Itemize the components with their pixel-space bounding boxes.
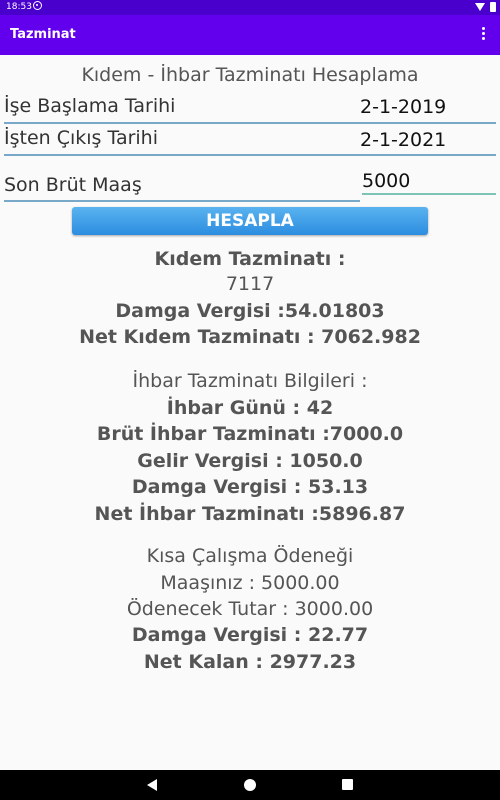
notice-income-tax: Gelir Vergisi : 1050.0 bbox=[137, 450, 363, 472]
short-work-stamp-tax: Damga Vergisi : 22.77 bbox=[131, 624, 369, 646]
app-title: Tazminat bbox=[10, 27, 76, 42]
calculate-button[interactable]: HESAPLA bbox=[72, 207, 428, 235]
severance-stamp-tax: Damga Vergisi :54.01803 bbox=[115, 300, 385, 322]
end-date-divider bbox=[4, 154, 496, 156]
notice-days: İhbar Günü : 42 bbox=[166, 397, 334, 419]
wifi-icon bbox=[475, 3, 485, 11]
status-time: 18:53 bbox=[6, 2, 32, 12]
start-date-field[interactable]: 2-1-2019 bbox=[360, 96, 446, 118]
salary-input[interactable] bbox=[362, 168, 496, 195]
nav-home-icon[interactable] bbox=[244, 779, 256, 791]
status-bar: 18:53 bbox=[0, 0, 500, 15]
end-date-field[interactable]: 2-1-2021 bbox=[360, 129, 446, 151]
end-date-label: İşten Çıkış Tarihi bbox=[4, 127, 159, 149]
salary-divider bbox=[4, 200, 360, 202]
notice-net: Net İhbar Tazminatı :5896.87 bbox=[94, 503, 406, 525]
short-work-title: Kısa Çalışma Ödeneği bbox=[146, 545, 354, 567]
app-bar: Tazminat bbox=[0, 15, 500, 55]
navigation-bar bbox=[0, 770, 500, 800]
page-title: Kıdem - İhbar Tazminatı Hesaplama bbox=[81, 64, 419, 86]
start-date-divider bbox=[4, 122, 496, 124]
notice-stamp-tax: Damga Vergisi : 53.13 bbox=[131, 476, 369, 498]
severance-value: 7117 bbox=[225, 273, 275, 295]
sync-icon bbox=[33, 1, 42, 10]
short-work-payable: Ödenecek Tutar : 3000.00 bbox=[126, 598, 374, 620]
severance-net: Net Kıdem Tazminatı : 7062.982 bbox=[79, 326, 421, 348]
nav-back-icon[interactable] bbox=[147, 779, 157, 791]
severance-title: Kıdem Tazminatı : bbox=[154, 248, 346, 270]
start-date-label: İşe Başlama Tarihi bbox=[4, 95, 176, 117]
short-work-salary: Maaşınız : 5000.00 bbox=[160, 572, 340, 594]
notice-title: İhbar Tazminatı Bilgileri : bbox=[132, 370, 368, 392]
short-work-net: Net Kalan : 2977.23 bbox=[143, 651, 357, 673]
nav-recents-icon[interactable] bbox=[342, 779, 353, 790]
battery-icon bbox=[490, 2, 496, 12]
notice-gross: Brüt İhbar Tazminatı :7000.0 bbox=[96, 423, 404, 445]
salary-label: Son Brüt Maaş bbox=[4, 174, 142, 196]
overflow-menu-icon[interactable] bbox=[482, 27, 486, 43]
